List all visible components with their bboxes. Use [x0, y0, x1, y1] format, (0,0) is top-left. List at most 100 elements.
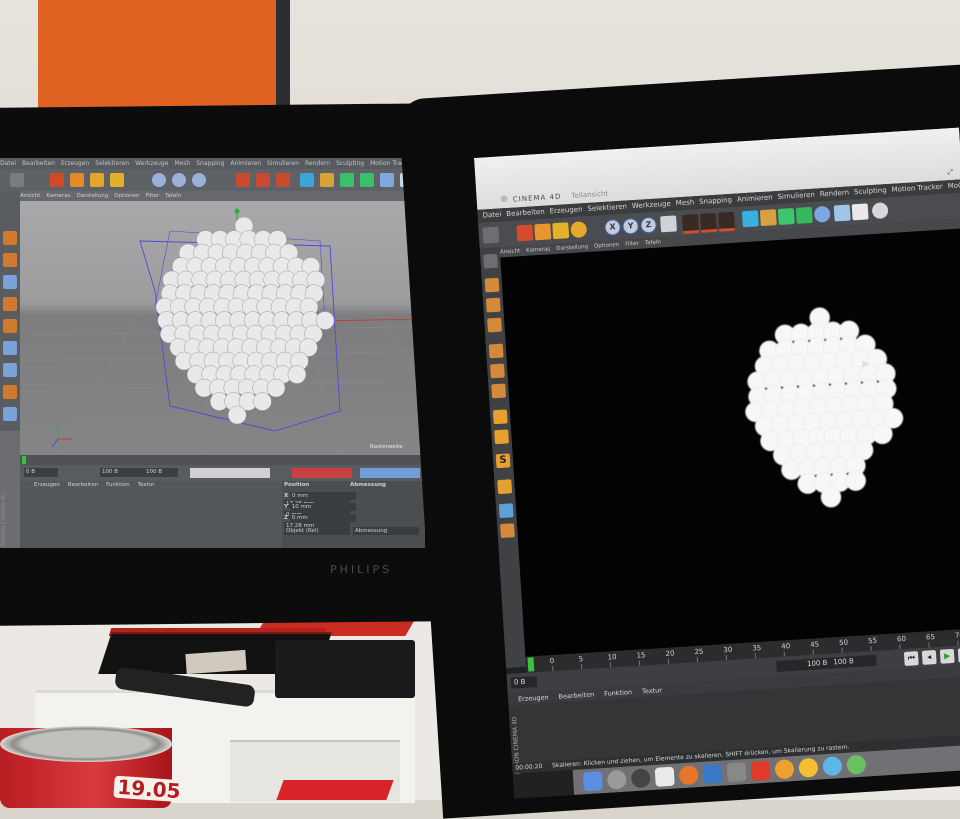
spline-icon[interactable] — [759, 209, 777, 227]
back-playback-controls[interactable] — [190, 468, 270, 478]
xcode-icon[interactable] — [702, 763, 723, 784]
back-frame-start[interactable]: 0 B — [24, 468, 58, 477]
back-frame-end[interactable]: 100 B — [100, 468, 144, 477]
scale-icon[interactable] — [90, 173, 104, 187]
preview-icon[interactable] — [654, 766, 675, 787]
view-menu-filter[interactable]: Filter — [625, 241, 639, 248]
texture-mode-icon[interactable] — [485, 297, 501, 313]
back-view-menu-optionen[interactable]: Optionen — [114, 193, 139, 199]
previous-frame-icon[interactable]: ◂ — [921, 649, 937, 665]
acrobat-icon[interactable] — [750, 760, 771, 781]
coords-row-z[interactable]: Z 0 mm17.28 mm — [284, 514, 425, 530]
lock-workplane-icon[interactable] — [497, 479, 513, 495]
coords-row-y[interactable]: Y 10 mm0 mm — [284, 503, 425, 519]
array-icon[interactable] — [360, 173, 374, 187]
material-menu-bearbeiten[interactable]: Bearbeiten — [558, 691, 594, 701]
frame-start-field[interactable]: 0 B — [510, 676, 538, 689]
z-axis-toggle[interactable]: Z — [640, 216, 658, 234]
solo-icon[interactable] — [500, 523, 515, 539]
workplane-icon[interactable] — [3, 407, 17, 421]
floor-icon[interactable] — [833, 204, 851, 222]
snap-icon[interactable]: S — [495, 453, 511, 469]
safari-icon[interactable] — [822, 756, 843, 777]
y-axis-toggle[interactable]: Y — [622, 217, 640, 235]
back-material-menu-textur[interactable]: Textur — [138, 482, 155, 488]
undo-icon[interactable] — [482, 226, 500, 244]
tweak-mode-icon[interactable] — [3, 363, 17, 377]
back-timeline[interactable] — [20, 455, 425, 465]
back-view-menu-ansicht[interactable]: Ansicht — [20, 193, 40, 199]
tweak-mode-icon[interactable] — [494, 429, 509, 445]
view-menu-optionen[interactable]: Optionen — [594, 242, 620, 250]
cube-icon[interactable] — [741, 210, 759, 228]
render-view-icon[interactable] — [681, 214, 700, 235]
view-menu-ansicht[interactable]: Ansicht — [500, 248, 521, 255]
back-menu-snapping[interactable]: Snapping — [196, 160, 224, 167]
workplane-icon[interactable] — [487, 317, 502, 333]
deformer-icon[interactable] — [813, 205, 831, 223]
move-icon[interactable] — [70, 173, 84, 187]
rotate-icon[interactable] — [110, 173, 124, 187]
array-icon[interactable] — [795, 206, 813, 224]
menu-rendern[interactable]: Rendern — [820, 189, 850, 199]
messages-icon[interactable] — [846, 754, 867, 775]
x-axis-toggle[interactable]: X — [604, 218, 622, 236]
scale-icon[interactable] — [552, 222, 570, 240]
menu-bearbeiten[interactable]: Bearbeiten — [506, 208, 545, 218]
menu-animieren[interactable]: Animieren — [737, 193, 773, 203]
menu-snapping[interactable]: Snapping — [699, 196, 732, 206]
view-menu-darstellung[interactable]: Darstellung — [556, 244, 588, 252]
back-menu-animieren[interactable]: Animieren — [230, 160, 261, 167]
view-menu-kameras[interactable]: Kameras — [526, 246, 550, 254]
deformer-icon[interactable] — [380, 173, 394, 187]
back-view-menu-kameras[interactable]: Kameras — [46, 193, 70, 199]
light-icon[interactable] — [871, 202, 889, 220]
itunes-icon[interactable] — [774, 759, 795, 780]
menu-datei[interactable]: Datei — [482, 210, 501, 219]
x-axis-icon[interactable] — [152, 173, 166, 187]
axis-mode-icon[interactable] — [3, 341, 17, 355]
material-menu-funktion[interactable]: Funktion — [604, 688, 632, 698]
menu-mesh[interactable]: Mesh — [676, 198, 695, 207]
move-icon[interactable] — [534, 223, 552, 241]
menu-sculpting[interactable]: Sculpting — [854, 186, 887, 196]
camera-icon[interactable] — [851, 203, 869, 221]
undo-icon[interactable] — [10, 173, 24, 187]
rendered-sphere-cluster[interactable] — [739, 303, 908, 512]
points-mode-icon[interactable] — [488, 343, 504, 359]
back-view-menu-tafeln[interactable]: Tafeln — [165, 193, 181, 199]
nurbs-icon[interactable] — [777, 208, 795, 225]
y-axis-handle-tip[interactable] — [234, 208, 240, 214]
polygons-mode-icon[interactable] — [491, 383, 507, 399]
menu-erzeugen[interactable]: Erzeugen — [549, 205, 582, 215]
back-material-menu-bearbeiten[interactable]: Bearbeiten — [68, 482, 98, 488]
back-menu-simulieren[interactable]: Simulieren — [267, 160, 299, 167]
back-key-controls[interactable] — [360, 468, 420, 478]
menu-motion-tracker[interactable]: Motion Tracker — [891, 183, 943, 194]
menu-selektieren[interactable]: Selektieren — [587, 203, 627, 213]
snap-icon[interactable] — [3, 385, 17, 399]
edges-mode-icon[interactable] — [489, 363, 505, 379]
frame-end-field[interactable]: 100 B — [776, 657, 831, 672]
edges-mode-icon[interactable] — [3, 297, 17, 311]
rotate-icon[interactable] — [570, 221, 588, 239]
launchpad-icon[interactable] — [606, 769, 627, 790]
render-viewport[interactable]: ➤ — [500, 228, 960, 657]
back-frame-total[interactable]: 100 B — [144, 468, 178, 477]
select-icon[interactable] — [50, 173, 64, 187]
texture-mode-icon[interactable] — [3, 253, 17, 267]
cinema4d-icon[interactable] — [630, 768, 651, 789]
render-settings-icon[interactable] — [717, 211, 736, 232]
back-menu-bearbeiten[interactable]: Bearbeiten — [22, 160, 55, 167]
menu-mograph[interactable]: MoGraph — [947, 180, 960, 190]
back-menu-erzeugen[interactable]: Erzeugen — [61, 160, 89, 167]
back-view-menu-filter[interactable]: Filter — [145, 193, 159, 199]
back-record-controls[interactable] — [292, 468, 352, 478]
make-editable-icon[interactable] — [483, 253, 498, 269]
window-close-icon[interactable] — [500, 194, 508, 203]
back-viewport[interactable]: Rasterweite — [20, 201, 425, 455]
cube-icon[interactable] — [300, 173, 314, 187]
go-to-start-icon[interactable]: ⏮ — [903, 651, 919, 666]
sphere-cluster[interactable] — [155, 216, 335, 425]
render-view-icon[interactable] — [256, 173, 270, 187]
